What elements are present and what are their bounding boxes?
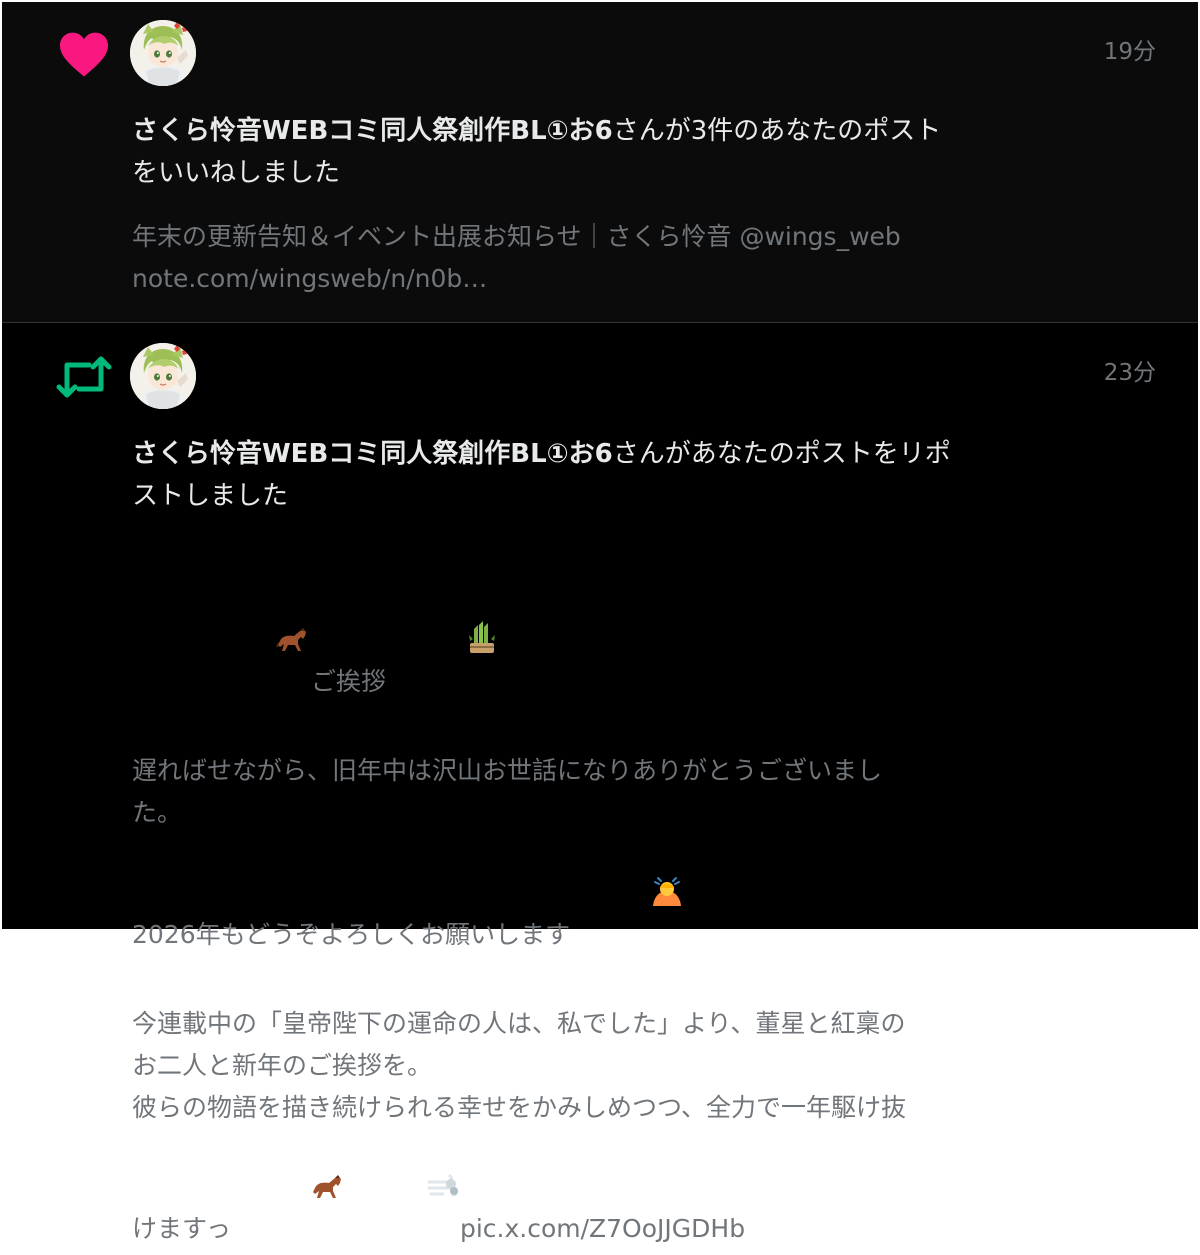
like-notification[interactable]: 19分 さくら怜音WEBコミ同人祭創作BL①お6さんが3件のあなたのポスト をい… bbox=[2, 2, 1198, 322]
notification-list: 19分 さくら怜音WEBコミ同人祭創作BL①お6さんが3件のあなたのポスト をい… bbox=[0, 0, 1200, 1243]
bowing-person-emoji bbox=[571, 834, 682, 961]
quoted-post-preview[interactable]: 年末の更新告知＆イベント出展お知らせ｜さくら怜音 @wings_web note… bbox=[132, 216, 1072, 300]
notification-text: さくら怜音WEBコミ同人祭創作BL①お6さんが3件のあなたのポスト をいいねしま… bbox=[132, 116, 942, 188]
user-name[interactable]: さくら怜音WEBコミ同人祭創作BL①お6 bbox=[132, 116, 613, 146]
user-name[interactable]: さくら怜音WEBコミ同人祭創作BL①お6 bbox=[132, 439, 613, 469]
notification-text: さくら怜音WEBコミ同人祭創作BL①お6さんがあなたのポストをリポ ストしました bbox=[132, 439, 951, 511]
kadomatsu-emoji bbox=[387, 579, 496, 708]
media-link[interactable]: pic.x.com/Z7OoJJGDHb bbox=[460, 1214, 745, 1243]
repost-icon bbox=[54, 347, 114, 407]
quoted-post-title: 年末の更新告知＆イベント出展お知らせ｜さくら怜音 @wings_web bbox=[132, 222, 901, 251]
quoted-post-link[interactable]: note.com/wingsweb/n/n0b… bbox=[132, 258, 1072, 300]
timestamp[interactable]: 23分 bbox=[1104, 353, 1156, 387]
avatar[interactable] bbox=[130, 20, 196, 86]
horse-emoji bbox=[232, 1129, 345, 1255]
horse-emoji bbox=[197, 582, 310, 708]
paragraph-break bbox=[132, 961, 1072, 1003]
heart-icon bbox=[54, 24, 114, 84]
timestamp[interactable]: 19分 bbox=[1104, 32, 1156, 66]
repost-notification[interactable]: 23分 さくら怜音WEBコミ同人祭創作BL①お6さんがあなたのポストをリポ スト… bbox=[2, 323, 1198, 1243]
reposted-post-text[interactable]: ご挨拶 遅ればせながら、旧年中は沢山お世話になりありがとうございまし た。 20… bbox=[132, 537, 1072, 1255]
dash-emoji bbox=[347, 1129, 459, 1255]
avatar[interactable] bbox=[130, 343, 196, 409]
